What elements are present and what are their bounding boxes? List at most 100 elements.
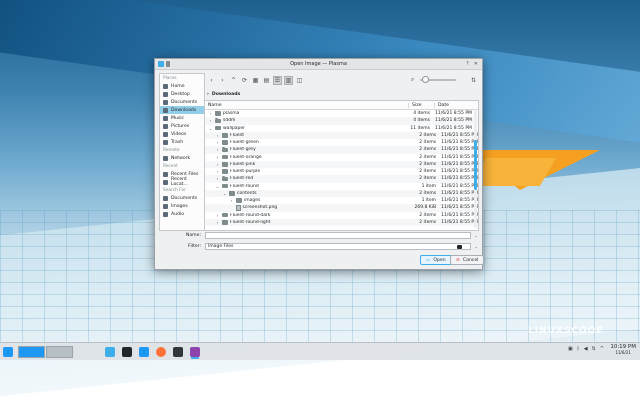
filter-field[interactable]: Image Files bbox=[205, 243, 471, 250]
file-row[interactable]: › sddm 4 items 11/6/21 8:55 PM bbox=[205, 117, 478, 125]
file-row[interactable]: › Fluent 2 items 11/6/21 8:55 PM bbox=[205, 131, 478, 139]
sidebar-item[interactable]: Downloads bbox=[160, 106, 204, 114]
vertical-scrollbar[interactable] bbox=[474, 110, 477, 228]
system-settings-icon[interactable] bbox=[105, 346, 115, 357]
file-row[interactable]: › Fluent-round-light 2 items 11/6/21 8:55 P… bbox=[205, 218, 478, 226]
column-header-name[interactable]: Name bbox=[205, 102, 409, 108]
file-row[interactable]: ⌄ Fluent-round 1 item 11/6/21 8:55 PM bbox=[205, 183, 478, 190]
zoom-slider-handle[interactable] bbox=[422, 76, 429, 83]
column-header-date[interactable]: Date bbox=[435, 103, 449, 108]
krita-icon[interactable] bbox=[190, 346, 200, 357]
icon-view-icon[interactable]: ▦ bbox=[251, 76, 260, 85]
digital-clock[interactable]: 10:19 PM 11/6/21 bbox=[610, 344, 636, 356]
open-button[interactable]: ▭ Open bbox=[420, 255, 452, 265]
sidebar-item[interactable]: Videos bbox=[160, 130, 204, 138]
folder-open-icon: ▭ bbox=[426, 257, 431, 263]
expand-chevron-right-icon[interactable]: › bbox=[215, 133, 220, 138]
application-launcher-icon[interactable] bbox=[3, 346, 13, 357]
sidebar-item[interactable]: Recent Locat... bbox=[160, 177, 204, 187]
sidebar-section-header: Places bbox=[163, 76, 177, 81]
expand-chevron-right-icon[interactable]: › bbox=[215, 155, 220, 160]
terminal-icon[interactable] bbox=[173, 346, 183, 357]
virtual-desktop-1[interactable] bbox=[18, 345, 45, 358]
file-size: 2 items bbox=[419, 176, 437, 182]
sidebar-section-header: Search For bbox=[163, 188, 186, 193]
sidebar-item[interactable]: Desktop bbox=[160, 90, 204, 98]
file-name-cell: ⌄ Fluent-round bbox=[205, 183, 414, 189]
file-row[interactable]: screenshot.png 269.8 KiB 11/6/21 8:55 PM bbox=[205, 204, 478, 212]
sidebar-item[interactable]: Audio bbox=[160, 210, 204, 218]
open-image-dialog: Open Image — Plasma ? ✕ Places Home Deskto… bbox=[154, 58, 485, 270]
file-row[interactable]: › Fluent-purple 2 items 11/6/21 8:55 PM bbox=[205, 168, 478, 175]
expand-chevron-right-icon[interactable]: › bbox=[215, 162, 220, 167]
expand-chevron-right-icon[interactable]: › bbox=[208, 118, 213, 123]
help-icon[interactable]: ? bbox=[466, 61, 469, 67]
network-icon[interactable]: ⇅ bbox=[592, 346, 596, 352]
name-field[interactable] bbox=[205, 232, 471, 239]
file-size: 1 item bbox=[421, 183, 437, 189]
sidebar-item[interactable]: Trash bbox=[160, 138, 204, 146]
expand-chevron-down-icon[interactable]: ⌄ bbox=[222, 191, 227, 196]
expand-chevron-right-icon[interactable]: › bbox=[215, 213, 220, 218]
file-row[interactable]: ⌄ contents 2 items 11/6/21 8:55 PM bbox=[205, 189, 478, 197]
chevron-down-icon[interactable]: ⌄ bbox=[475, 233, 478, 238]
bluetooth-icon[interactable]: ᛒ bbox=[577, 346, 580, 352]
expand-chevron-right-icon[interactable]: › bbox=[215, 140, 220, 145]
tree-view-icon[interactable]: ▥ bbox=[284, 75, 293, 85]
scrollbar-thumb[interactable] bbox=[474, 140, 477, 190]
file-row[interactable]: › Fluent-green 2 items 11/6/21 8:55 PM bbox=[205, 139, 478, 146]
sidebar-item[interactable]: Documents bbox=[160, 194, 204, 202]
expand-chevron-right-icon[interactable]: › bbox=[215, 220, 220, 225]
expand-chevron-down-icon[interactable]: ⌄ bbox=[215, 184, 220, 189]
sidebar-item[interactable]: Pictures bbox=[160, 122, 204, 130]
expand-chevron-right-icon[interactable]: › bbox=[229, 198, 234, 203]
parent-folder-icon[interactable]: ^ bbox=[229, 76, 238, 85]
firefox-icon[interactable] bbox=[156, 346, 166, 357]
clear-icon[interactable] bbox=[456, 245, 462, 249]
close-icon[interactable]: ✕ bbox=[474, 61, 478, 67]
forward-icon[interactable]: › bbox=[218, 76, 227, 85]
expand-chevron-right-icon[interactable]: › bbox=[215, 147, 220, 152]
expand-chevron-right-icon[interactable]: › bbox=[215, 176, 220, 181]
sidebar-item[interactable]: Network bbox=[160, 154, 204, 162]
file-row[interactable]: › plasma 4 items 11/6/21 8:55 PM bbox=[205, 110, 478, 117]
column-header-size[interactable]: Size bbox=[409, 102, 435, 108]
cancel-icon: ⊘ bbox=[456, 257, 460, 263]
expand-chevron-down-icon[interactable]: ⌄ bbox=[208, 126, 213, 131]
file-row[interactable]: › Fluent-round-dark 2 items 11/6/21 8:55 PM bbox=[205, 212, 478, 219]
file-size: 1 item bbox=[421, 198, 437, 204]
file-size: 2 items bbox=[419, 190, 437, 196]
back-icon[interactable]: ‹ bbox=[207, 76, 216, 85]
breadcrumb-item-downloads[interactable]: Downloads bbox=[212, 92, 240, 97]
volume-icon[interactable]: ◀ bbox=[584, 346, 588, 352]
breadcrumb-chevron-icon[interactable]: › bbox=[207, 92, 209, 97]
dolphin-icon[interactable] bbox=[139, 346, 149, 357]
detail-view-icon[interactable]: ☰ bbox=[273, 75, 282, 85]
tray-expand-icon[interactable]: ^ bbox=[600, 346, 604, 352]
sidebar-item[interactable]: Music bbox=[160, 114, 204, 122]
file-row[interactable]: › Fluent-grey 2 items 11/6/21 8:55 PM bbox=[205, 146, 478, 154]
file-row[interactable]: ⌄ wallpaper 11 items 11/6/21 8:55 PM bbox=[205, 125, 478, 132]
sidebar-item[interactable]: Documents bbox=[160, 98, 204, 106]
file-row[interactable]: › Fluent-red 2 items 11/6/21 8:55 PM bbox=[205, 175, 478, 183]
preview-icon[interactable]: ◫ bbox=[295, 76, 304, 85]
file-row[interactable]: › Fluent-orange 2 items 11/6/21 8:55 PM bbox=[205, 154, 478, 161]
expand-chevron-right-icon[interactable]: › bbox=[208, 111, 213, 116]
virtual-desktop-2[interactable] bbox=[46, 345, 73, 358]
options-menu-icon[interactable]: ⇅ bbox=[469, 76, 478, 85]
compact-view-icon[interactable]: ▤ bbox=[262, 76, 271, 85]
cancel-button[interactable]: ⊘ Cancel bbox=[450, 255, 485, 265]
file-row[interactable]: › Fluent-pink 2 items 11/6/21 8:55 PM bbox=[205, 160, 478, 168]
zoom-slider[interactable] bbox=[420, 76, 456, 83]
file-size: 4 items bbox=[413, 118, 430, 124]
sidebar-item[interactable]: Home bbox=[160, 82, 204, 90]
file-row[interactable]: › images 1 item 11/6/21 8:55 PM bbox=[205, 197, 478, 204]
reload-icon[interactable]: ⟳ bbox=[240, 76, 249, 85]
chevron-down-icon[interactable]: ⌄ bbox=[475, 244, 478, 249]
expand-chevron-right-icon[interactable]: › bbox=[215, 169, 220, 174]
sidebar-item[interactable]: Images bbox=[160, 202, 204, 210]
file-size: 11 items bbox=[410, 125, 430, 131]
konsole-icon[interactable] bbox=[122, 346, 132, 357]
clipboard-icon[interactable]: ▣ bbox=[568, 346, 573, 352]
name-row: Name: ⌄ bbox=[163, 231, 478, 240]
